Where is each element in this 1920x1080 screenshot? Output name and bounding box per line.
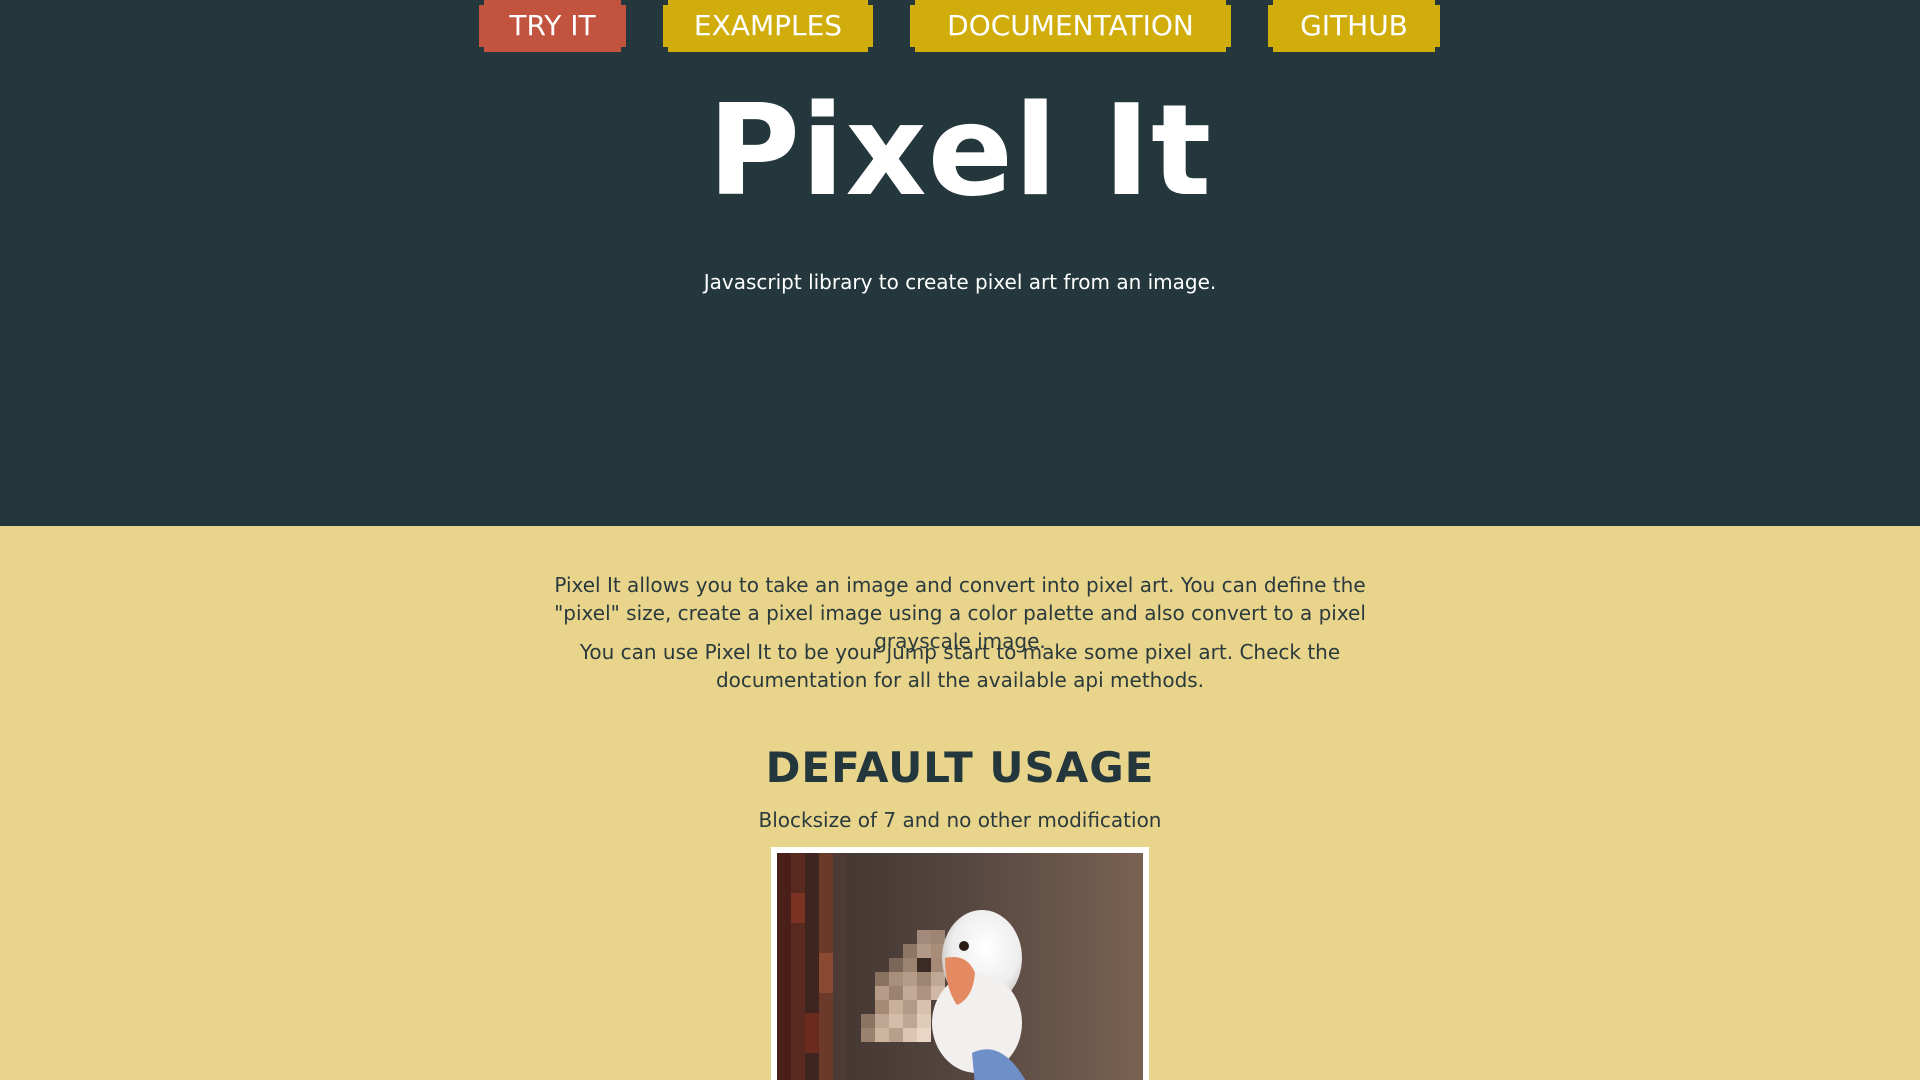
default-usage-caption: Blocksize of 7 and no other modification (758, 808, 1162, 832)
github-button[interactable]: GITHUB (1268, 0, 1440, 52)
documentation-button[interactable]: DOCUMENTATION (910, 0, 1231, 52)
site-subtitle: Javascript library to create pixel art f… (703, 270, 1217, 294)
default-usage-heading: DEFAULT USAGE (765, 743, 1155, 792)
site-title: Pixel It (707, 77, 1213, 224)
hero-section: Pixel It Javascript library to create pi… (0, 0, 1920, 526)
pixelated-bird-image (777, 853, 1143, 1080)
example-image-frame (771, 847, 1149, 1080)
jumpstart-paragraph: You can use Pixel It to be your jump sta… (579, 640, 1341, 692)
try-it-button[interactable]: TRY IT (479, 0, 626, 52)
examples-button[interactable]: EXAMPLES (663, 0, 873, 52)
